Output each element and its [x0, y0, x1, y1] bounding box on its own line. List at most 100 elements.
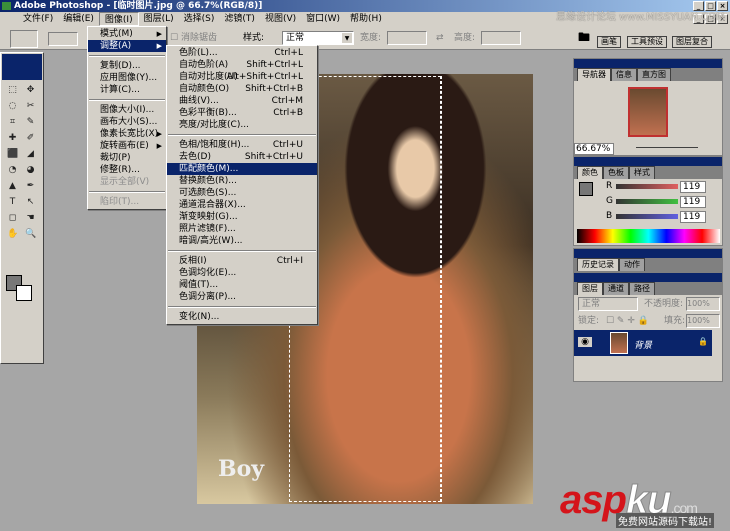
channel-slider[interactable] [616, 184, 678, 189]
menu-item[interactable]: 亮度/对比度(C)... [167, 119, 317, 131]
tool-0-icon[interactable]: ⬚ [7, 85, 18, 96]
menu-item[interactable]: 反相(I) Ctrl+I [167, 255, 317, 267]
channel-slider[interactable] [616, 214, 678, 219]
tool-4-icon[interactable]: ⌗ [7, 117, 18, 128]
tool-7-icon[interactable]: ✐ [25, 133, 36, 144]
menu-item[interactable]: 自动色阶(A) Shift+Ctrl+L [167, 59, 317, 71]
menu-item[interactable]: 替换颜色(R)... [167, 175, 317, 187]
tool-16-icon[interactable]: ◻ [7, 213, 18, 224]
swap-icon[interactable]: ⇄ [436, 31, 444, 45]
tab-brushes[interactable]: 画笔 [597, 36, 621, 48]
menu-item[interactable]: 去色(D) Shift+Ctrl+U [167, 151, 317, 163]
menu-item[interactable]: 画布大小(S)... [88, 116, 166, 128]
menu-item[interactable]: 自动颜色(O) Shift+Ctrl+B [167, 83, 317, 95]
menu-item[interactable]: 暗调/高光(W)... [167, 235, 317, 247]
tool-13-icon[interactable]: ✒ [25, 181, 36, 192]
menu-7[interactable]: 窗口(W) [301, 12, 345, 26]
tool-3-icon[interactable]: ✂ [25, 101, 36, 112]
tool-8-icon[interactable]: ⬛ [7, 149, 18, 160]
menu-item[interactable]: 显示全部(V) [88, 176, 166, 188]
tool-9-icon[interactable]: ◢ [25, 149, 36, 160]
menu-item[interactable]: 色阶(L)... Ctrl+L [167, 47, 317, 59]
menu-item[interactable]: 像素长宽比(X) ▶ [88, 128, 166, 140]
channel-value-input[interactable]: 119 [680, 211, 706, 223]
menu-item[interactable]: 调整(A) ▶ [88, 40, 166, 52]
panel-tab[interactable]: 通道 [603, 282, 629, 295]
opacity-input[interactable]: 100% [686, 297, 720, 311]
menu-item[interactable]: 通道混合器(X)... [167, 199, 317, 211]
zoom-slider[interactable] [636, 147, 698, 148]
tool-1-icon[interactable]: ✥ [25, 85, 36, 96]
menu-item[interactable]: 可选颜色(S)... [167, 187, 317, 199]
menu-item[interactable]: 阈值(T)... [167, 279, 317, 291]
menu-item[interactable]: 匹配颜色(M)... [167, 163, 317, 175]
channel-value-input[interactable]: 119 [680, 181, 706, 193]
panel-tab[interactable]: 历史记录 [577, 258, 619, 271]
channel-value-input[interactable]: 119 [680, 196, 706, 208]
menu-1[interactable]: 编辑(E) [58, 12, 99, 26]
panel-tab[interactable]: 直方图 [637, 68, 671, 81]
tool-18-icon[interactable]: ✋ [7, 229, 18, 240]
menu-item[interactable]: 色调均化(E)... [167, 267, 317, 279]
panel-tab[interactable]: 图层 [577, 282, 603, 295]
adobe-online-icon[interactable] [2, 54, 42, 80]
panel-tab[interactable]: 信息 [611, 68, 637, 81]
menu-item[interactable]: 渐变映射(G)... [167, 211, 317, 223]
tool-2-icon[interactable]: ◌ [7, 101, 18, 112]
menu-item[interactable]: 应用图像(Y)... [88, 72, 166, 84]
menu-item[interactable]: 色彩平衡(B)... Ctrl+B [167, 107, 317, 119]
menu-item[interactable]: 计算(C)... [88, 84, 166, 96]
tool-19-icon[interactable]: 🔍 [25, 229, 36, 240]
menu-item[interactable]: 修整(R)... [88, 164, 166, 176]
tool-12-icon[interactable]: ▲ [7, 181, 18, 192]
menu-item[interactable]: 曲线(V)... Ctrl+M [167, 95, 317, 107]
panel-tab[interactable]: 样式 [629, 166, 655, 179]
tool-10-icon[interactable]: ◔ [7, 165, 18, 176]
height-input[interactable] [481, 31, 521, 45]
antialias-checkbox[interactable]: ☐ 消除锯齿 [170, 31, 217, 45]
menu-5[interactable]: 滤镜(T) [219, 12, 260, 26]
panel-tab[interactable]: 动作 [619, 258, 645, 271]
menu-item[interactable]: 陷印(T)... [88, 196, 166, 208]
color-ramp[interactable] [577, 229, 720, 243]
lock-icons[interactable]: ☐ ✎ ✛ 🔒 [606, 314, 649, 328]
fill-input[interactable]: 100% [686, 314, 720, 328]
selection-mode-buttons[interactable] [48, 32, 78, 46]
tool-15-icon[interactable]: ↖ [25, 197, 36, 208]
menu-item[interactable]: 旋转画布(E) ▶ [88, 140, 166, 152]
panel-tab[interactable]: 路径 [629, 282, 655, 295]
panel-tab[interactable]: 颜色 [577, 166, 603, 179]
menu-item[interactable]: 自动对比度(U) Alt+Shift+Ctrl+L [167, 71, 317, 83]
menu-8[interactable]: 帮助(H) [345, 12, 387, 26]
tool-6-icon[interactable]: ✚ [7, 133, 18, 144]
menu-item[interactable]: 模式(M) ▶ [88, 28, 166, 40]
tool-17-icon[interactable]: ☚ [25, 213, 36, 224]
width-input[interactable] [387, 31, 427, 45]
menu-2[interactable]: 图像(I) [98, 12, 139, 26]
eye-icon[interactable]: ◉ [578, 337, 592, 347]
menu-item[interactable]: 复制(D)... [88, 60, 166, 72]
tab-tool-presets[interactable]: 工具预设 [627, 36, 667, 48]
menu-6[interactable]: 视图(V) [260, 12, 301, 26]
menu-item[interactable]: 色调分离(P)... [167, 291, 317, 303]
layer-row[interactable]: ◉ 背景 🔒 [574, 330, 712, 356]
panel-tab[interactable]: 导航器 [577, 68, 611, 81]
style-select[interactable]: 正常 ▼ [282, 31, 354, 45]
tool-5-icon[interactable]: ✎ [25, 117, 36, 128]
menu-item[interactable]: 照片滤镜(F)... [167, 223, 317, 235]
tab-layer-comps[interactable]: 图层复合 [672, 36, 712, 48]
navigator-thumbnail[interactable] [628, 87, 668, 137]
marquee-preset-picker[interactable] [10, 30, 38, 48]
menu-item[interactable]: 色相/饱和度(H)... Ctrl+U [167, 139, 317, 151]
menu-item[interactable]: 裁切(P) [88, 152, 166, 164]
menu-item[interactable]: 变化(N)... [167, 311, 317, 323]
tool-14-icon[interactable]: T [7, 197, 18, 208]
panel-foreground-swatch[interactable] [579, 182, 593, 196]
file-browser-icon[interactable]: 🖿 [578, 30, 590, 44]
blend-mode-select[interactable]: 正常 [578, 297, 638, 311]
menu-0[interactable]: 文件(F) [18, 12, 58, 26]
menu-item[interactable]: 图像大小(I)... [88, 104, 166, 116]
menu-4[interactable]: 选择(S) [179, 12, 220, 26]
panel-tab[interactable]: 色板 [603, 166, 629, 179]
tool-11-icon[interactable]: ◕ [25, 165, 36, 176]
